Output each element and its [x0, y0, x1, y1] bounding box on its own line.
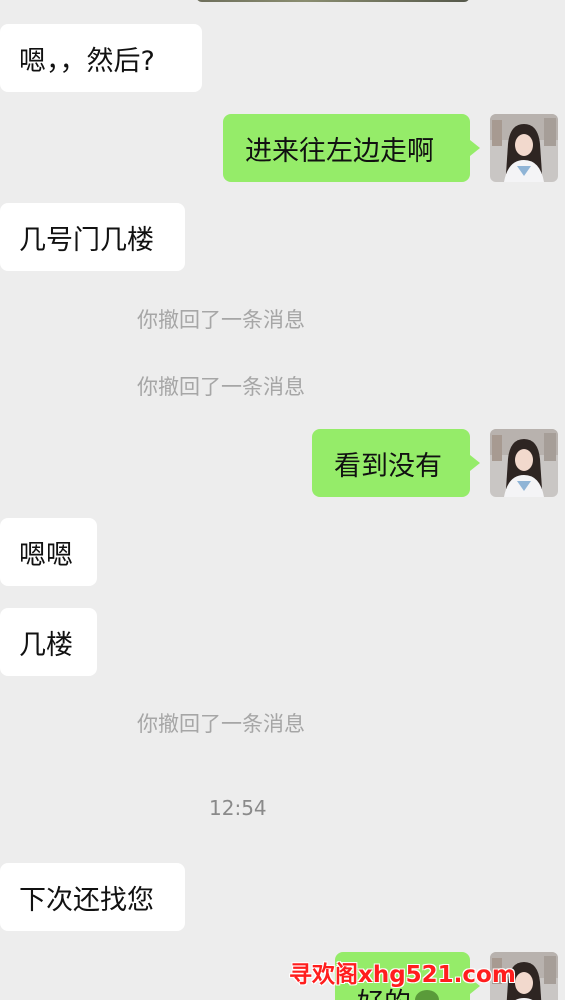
message-text: 下次还找您	[19, 884, 154, 916]
recall-notice: 你撤回了一条消息	[137, 308, 305, 332]
incoming-message[interactable]: 嗯嗯	[0, 518, 97, 586]
previous-image-message[interactable]	[196, 0, 470, 2]
outgoing-message[interactable]: 进来往左边走啊	[223, 114, 480, 182]
incoming-message[interactable]: 几号门几楼	[0, 203, 185, 271]
chat-message-list[interactable]: 嗯，，然后? 进来往左边走啊 几号门几楼 你撤回了一条消息 你撤回了一条消息 看…	[0, 0, 565, 1000]
message-text: 进来往左边走啊	[245, 135, 434, 167]
incoming-message[interactable]: 下次还找您	[0, 863, 185, 931]
message-text: 几号门几楼	[19, 224, 154, 256]
message-text: 看到没有	[334, 450, 442, 482]
message-text: 嗯，，然后?	[19, 45, 155, 77]
avatar-photo-icon	[490, 114, 558, 182]
avatar[interactable]	[490, 114, 558, 182]
outgoing-message[interactable]: 看到没有	[312, 429, 480, 497]
message-text: 几楼	[19, 629, 73, 661]
incoming-message[interactable]: 嗯，，然后?	[0, 24, 202, 92]
recall-notice: 你撤回了一条消息	[137, 712, 305, 736]
emoji-icon	[415, 990, 439, 1000]
avatar[interactable]	[490, 429, 558, 497]
watermark: 寻欢阁xhg521.com	[289, 962, 516, 988]
incoming-message[interactable]: 几楼	[0, 608, 97, 676]
timestamp: 12:54	[209, 796, 267, 820]
recall-notice: 你撤回了一条消息	[137, 375, 305, 399]
avatar-photo-icon	[490, 429, 558, 497]
message-text: 嗯嗯	[19, 539, 73, 571]
